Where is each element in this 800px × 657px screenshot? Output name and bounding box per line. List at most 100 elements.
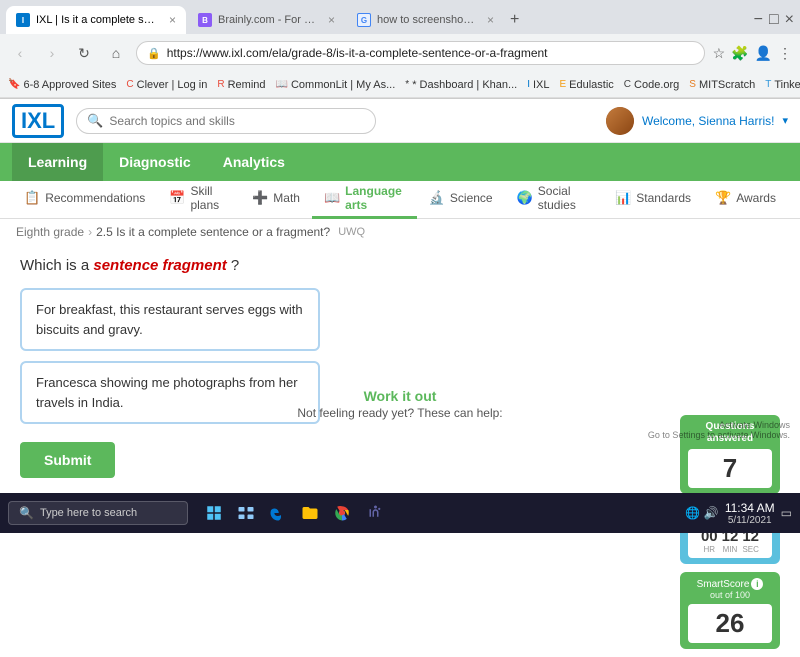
tab-math[interactable]: ➕ Math [240,181,312,219]
smart-score-value: 26 [688,604,772,643]
bookmark-approved-sites[interactable]: 🔖 6-8 Approved Sites [8,79,116,91]
bookmark-remind[interactable]: R Remind [217,79,265,91]
bookmark-clever[interactable]: C Clever | Log in [126,79,207,91]
breadcrumb-grade[interactable]: Eighth grade [16,225,84,239]
bookmark-label: * Dashboard | Khan... [412,79,517,91]
tab-awards-label: Awards [736,191,776,205]
clock-time: 11:34 AM [725,501,775,515]
url-bar[interactable]: 🔒 https://www.ixl.com/ela/grade-8/is-it-… [136,41,705,65]
browser-chrome: I IXL | Is it a complete sentence o... ×… [0,0,800,99]
taskbar-edge-icon[interactable] [264,499,292,527]
tab-label-brainly: Brainly.com - For students. By st... [218,14,318,26]
tab-close-how[interactable]: × [487,13,494,27]
smart-score-sublabel: out of 100 [688,590,772,600]
close-button[interactable]: × [785,11,794,29]
tab-recommendations[interactable]: 📋 Recommendations [12,181,157,219]
taskbar-icons [200,499,388,527]
system-tray-icons: 🌐 🔊 [685,506,719,520]
home-button[interactable]: ⌂ [104,45,128,61]
taskbar-file-explorer-icon[interactable] [296,499,324,527]
work-it-out-subtitle: Not feeling ready yet? These can help: [10,406,790,420]
tab-science-label: Science [450,191,493,205]
main-area: Which is a sentence fragment ? For break… [0,245,800,490]
tab-close-ixl[interactable]: × [169,13,176,27]
answer-choice-1[interactable]: For breakfast, this restaurant serves eg… [20,288,320,351]
submit-button[interactable]: Submit [20,442,115,478]
minimize-button[interactable]: − [754,11,763,29]
tab-recommendations-label: Recommendations [45,191,145,205]
user-dropdown-icon[interactable]: ▾ [782,114,788,127]
activation-line2: Go to Settings to activate Windows. [648,430,790,440]
question-suffix: ? [231,257,239,274]
menu-icon[interactable]: ⋮ [778,45,792,62]
bookmark-label: Clever | Log in [137,79,208,91]
browser-controls: − □ × [754,11,794,29]
taskbar-teams-icon[interactable] [360,499,388,527]
bookmark-label: Remind [228,79,266,91]
back-button[interactable]: ‹ [8,45,32,61]
taskbar: 🔍 Type here to search 🌐 🔊 11:34 AM 5/11/ [0,493,800,533]
question-highlight: sentence fragment [93,257,226,274]
address-bar-icons: ☆ 🧩 👤 ⋮ [713,45,792,62]
tab-brainly[interactable]: B Brainly.com - For students. By st... × [188,6,345,34]
bookmark-dashboard[interactable]: * * Dashboard | Khan... [405,79,517,91]
taskbar-windows-icon[interactable] [200,499,228,527]
tab-label-how: how to screenshot on windows... [377,14,477,26]
clock-date: 5/11/2021 [725,515,775,526]
bookmark-label: Edulastic [569,79,614,91]
bookmark-label: Code.org [634,79,679,91]
language-arts-icon: 📖 [324,190,340,206]
nav-learning[interactable]: Learning [12,143,103,181]
bookmark-codeorg[interactable]: C Code.org [624,79,680,91]
taskbar-right: 🌐 🔊 11:34 AM 5/11/2021 ▭ [685,501,792,526]
bookmark-edulastic[interactable]: E Edulastic [559,79,613,91]
question-text: Which is a sentence fragment ? [20,257,780,274]
tab-social-studies[interactable]: 🌍 Social studies [505,181,604,219]
tab-science[interactable]: 🔬 Science [417,181,505,219]
nav-diagnostic[interactable]: Diagnostic [103,143,207,181]
new-tab-button[interactable]: + [510,11,519,29]
tab-awards[interactable]: 🏆 Awards [703,181,788,219]
ixl-logo[interactable]: IXL [12,104,64,138]
standards-icon: 📊 [615,190,631,206]
tab-how[interactable]: G how to screenshot on windows... × [347,6,504,34]
address-bar: ‹ › ↻ ⌂ 🔒 https://www.ixl.com/ela/grade-… [0,34,800,72]
bookmark-ixl[interactable]: I IXL [527,79,549,91]
social-studies-icon: 🌍 [517,190,533,206]
volume-icon: 🔊 [704,506,719,520]
show-desktop-icon[interactable]: ▭ [781,506,792,520]
profile-icon[interactable]: 👤 [755,45,772,62]
search-input[interactable] [109,114,365,128]
star-icon[interactable]: ☆ [713,45,726,62]
bookmark-tinkercad[interactable]: T Tinkercad [765,79,800,91]
app-header: IXL 🔍 Welcome, Sienna Harris! ▾ [0,99,800,143]
tab-close-brainly[interactable]: × [328,13,335,27]
network-icon: 🌐 [685,506,700,520]
restore-button[interactable]: □ [769,11,779,29]
taskbar-search[interactable]: 🔍 Type here to search [8,501,188,525]
tab-standards[interactable]: 📊 Standards [603,181,703,219]
bookmark-label: MITScratch [699,79,755,91]
bookmark-mitscratch[interactable]: S MITScratch [689,79,755,91]
bookmark-commonlit[interactable]: 📖 CommonLit | My As... [276,79,396,91]
tab-skill-plans[interactable]: 📅 Skill plans [157,181,240,219]
search-box[interactable]: 🔍 [76,108,376,134]
activation-notice: Activate Windows Go to Settings to activ… [648,420,790,440]
reload-button[interactable]: ↻ [72,45,96,62]
taskbar-chrome-icon[interactable] [328,499,356,527]
taskbar-task-view-icon[interactable] [232,499,260,527]
smart-score-box: SmartScore i out of 100 26 [680,572,780,649]
work-it-out-title[interactable]: Work it out [10,388,790,404]
bookmark-label: 6-8 Approved Sites [23,79,116,91]
forward-button[interactable]: › [40,45,64,61]
math-icon: ➕ [252,190,268,206]
tab-language-arts[interactable]: 📖 Language arts [312,181,417,219]
tab-ixl[interactable]: I IXL | Is it a complete sentence o... × [6,6,186,34]
nav-analytics[interactable]: Analytics [207,143,301,181]
smart-info-icon[interactable]: i [751,578,763,590]
breadcrumb-separator: › [88,225,92,239]
extensions-icon[interactable]: 🧩 [731,45,748,62]
recommendations-icon: 📋 [24,190,40,206]
bookmark-label: IXL [533,79,550,91]
clock: 11:34 AM 5/11/2021 [725,501,775,526]
